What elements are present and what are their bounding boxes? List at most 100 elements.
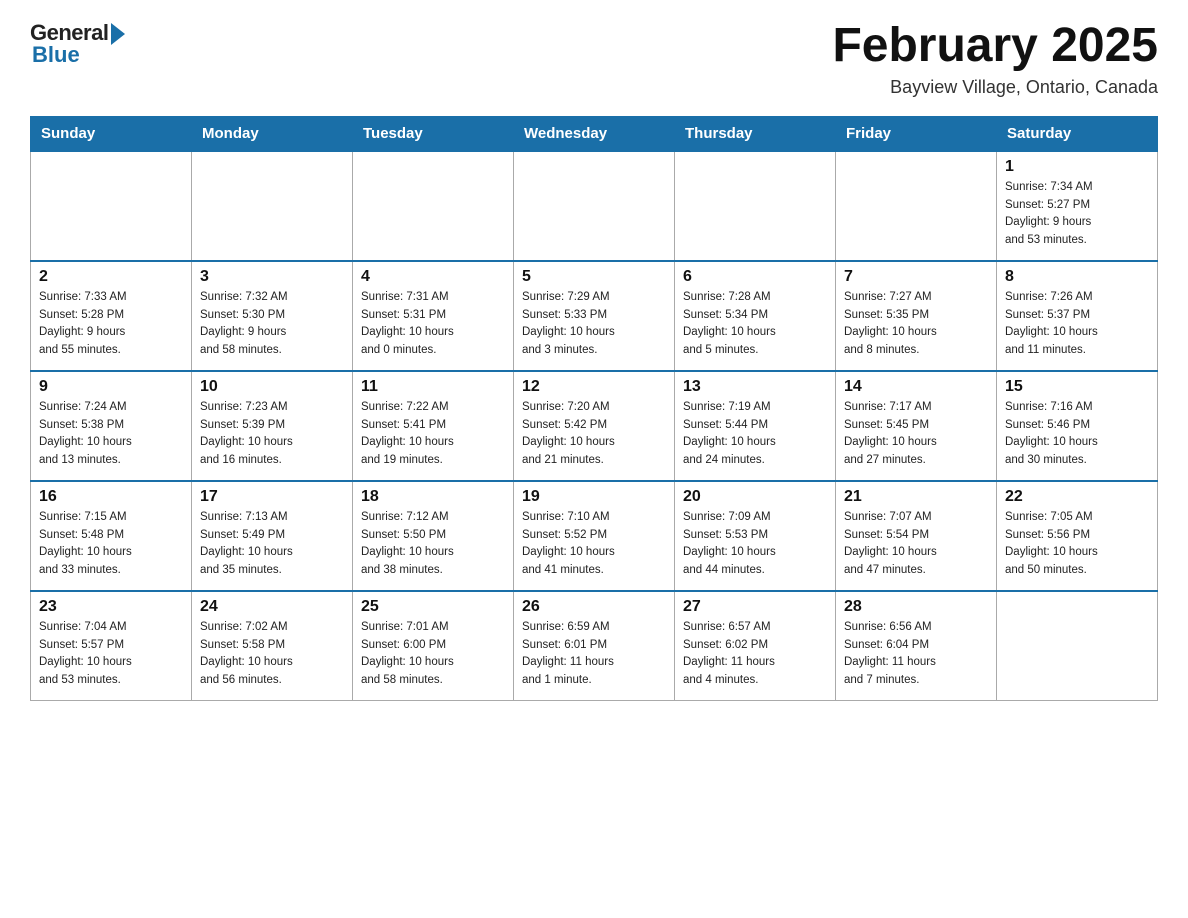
day-info: Sunrise: 7:13 AMSunset: 5:49 PMDaylight:…	[200, 509, 344, 580]
day-info: Sunrise: 7:01 AMSunset: 6:00 PMDaylight:…	[361, 619, 505, 690]
calendar-cell: 24 Sunrise: 7:02 AMSunset: 5:58 PMDayligh…	[192, 591, 353, 701]
day-number: 27	[683, 598, 827, 616]
calendar-cell: 4 Sunrise: 7:31 AMSunset: 5:31 PMDaylight…	[353, 261, 514, 371]
day-info: Sunrise: 6:59 AMSunset: 6:01 PMDaylight:…	[522, 619, 666, 690]
day-number: 22	[1005, 488, 1149, 506]
calendar-cell: 9 Sunrise: 7:24 AMSunset: 5:38 PMDaylight…	[31, 371, 192, 481]
calendar-cell: 18 Sunrise: 7:12 AMSunset: 5:50 PMDayligh…	[353, 481, 514, 591]
calendar-cell: 19 Sunrise: 7:10 AMSunset: 5:52 PMDayligh…	[514, 481, 675, 591]
calendar-cell	[353, 151, 514, 261]
calendar-cell: 22 Sunrise: 7:05 AMSunset: 5:56 PMDayligh…	[997, 481, 1158, 591]
day-info: Sunrise: 7:26 AMSunset: 5:37 PMDaylight:…	[1005, 289, 1149, 360]
day-number: 24	[200, 598, 344, 616]
day-number: 21	[844, 488, 988, 506]
day-info: Sunrise: 7:10 AMSunset: 5:52 PMDaylight:…	[522, 509, 666, 580]
day-number: 18	[361, 488, 505, 506]
day-number: 13	[683, 378, 827, 396]
month-title: February 2025	[832, 20, 1158, 73]
calendar-cell: 25 Sunrise: 7:01 AMSunset: 6:00 PMDayligh…	[353, 591, 514, 701]
calendar-cell: 20Sunrise: 7:09 AMSunset: 5:53 PMDayligh…	[675, 481, 836, 591]
week-row-4: 16 Sunrise: 7:15 AMSunset: 5:48 PMDayligh…	[31, 481, 1158, 591]
calendar-table: SundayMondayTuesdayWednesdayThursdayFrid…	[30, 116, 1158, 702]
day-info: Sunrise: 7:29 AMSunset: 5:33 PMDaylight:…	[522, 289, 666, 360]
day-number: 26	[522, 598, 666, 616]
day-info: Sunrise: 7:32 AMSunset: 5:30 PMDaylight:…	[200, 289, 344, 360]
day-info: Sunrise: 7:24 AMSunset: 5:38 PMDaylight:…	[39, 399, 183, 470]
day-number: 9	[39, 378, 183, 396]
calendar-cell	[31, 151, 192, 261]
day-info: Sunrise: 7:22 AMSunset: 5:41 PMDaylight:…	[361, 399, 505, 470]
day-number: 17	[200, 488, 344, 506]
day-number: 2	[39, 268, 183, 286]
day-number: 1	[1005, 158, 1149, 176]
day-number: 10	[200, 378, 344, 396]
day-info: Sunrise: 6:57 AMSunset: 6:02 PMDaylight:…	[683, 619, 827, 690]
title-block: February 2025 Bayview Village, Ontario, …	[832, 20, 1158, 98]
weekday-header-thursday: Thursday	[675, 116, 836, 151]
day-info: Sunrise: 7:28 AMSunset: 5:34 PMDaylight:…	[683, 289, 827, 360]
weekday-header-tuesday: Tuesday	[353, 116, 514, 151]
day-info: Sunrise: 7:31 AMSunset: 5:31 PMDaylight:…	[361, 289, 505, 360]
day-info: Sunrise: 7:34 AMSunset: 5:27 PMDaylight:…	[1005, 179, 1149, 250]
day-number: 19	[522, 488, 666, 506]
week-row-1: 1 Sunrise: 7:34 AMSunset: 5:27 PMDaylight…	[31, 151, 1158, 261]
day-info: Sunrise: 7:04 AMSunset: 5:57 PMDaylight:…	[39, 619, 183, 690]
calendar-cell: 12Sunrise: 7:20 AMSunset: 5:42 PMDayligh…	[514, 371, 675, 481]
calendar-cell: 10 Sunrise: 7:23 AMSunset: 5:39 PMDayligh…	[192, 371, 353, 481]
calendar-cell	[192, 151, 353, 261]
calendar-cell	[997, 591, 1158, 701]
day-info: Sunrise: 7:27 AMSunset: 5:35 PMDaylight:…	[844, 289, 988, 360]
day-number: 5	[522, 268, 666, 286]
day-info: Sunrise: 7:05 AMSunset: 5:56 PMDaylight:…	[1005, 509, 1149, 580]
calendar-cell: 11 Sunrise: 7:22 AMSunset: 5:41 PMDayligh…	[353, 371, 514, 481]
day-number: 3	[200, 268, 344, 286]
week-row-5: 23 Sunrise: 7:04 AMSunset: 5:57 PMDayligh…	[31, 591, 1158, 701]
day-info: Sunrise: 7:23 AMSunset: 5:39 PMDaylight:…	[200, 399, 344, 470]
weekday-header-sunday: Sunday	[31, 116, 192, 151]
weekday-header-friday: Friday	[836, 116, 997, 151]
week-row-3: 9 Sunrise: 7:24 AMSunset: 5:38 PMDaylight…	[31, 371, 1158, 481]
day-info: Sunrise: 7:16 AMSunset: 5:46 PMDaylight:…	[1005, 399, 1149, 470]
calendar-cell: 13 Sunrise: 7:19 AMSunset: 5:44 PMDayligh…	[675, 371, 836, 481]
calendar-cell: 6Sunrise: 7:28 AMSunset: 5:34 PMDaylight…	[675, 261, 836, 371]
calendar-cell: 5 Sunrise: 7:29 AMSunset: 5:33 PMDaylight…	[514, 261, 675, 371]
calendar-cell: 27 Sunrise: 6:57 AMSunset: 6:02 PMDayligh…	[675, 591, 836, 701]
day-info: Sunrise: 7:19 AMSunset: 5:44 PMDaylight:…	[683, 399, 827, 470]
logo-blue-text: Blue	[30, 42, 80, 68]
day-number: 11	[361, 378, 505, 396]
day-info: Sunrise: 7:15 AMSunset: 5:48 PMDaylight:…	[39, 509, 183, 580]
calendar-cell: 26 Sunrise: 6:59 AMSunset: 6:01 PMDayligh…	[514, 591, 675, 701]
weekday-header-monday: Monday	[192, 116, 353, 151]
day-number: 25	[361, 598, 505, 616]
calendar-cell: 7 Sunrise: 7:27 AMSunset: 5:35 PMDaylight…	[836, 261, 997, 371]
day-number: 23	[39, 598, 183, 616]
weekday-header-row: SundayMondayTuesdayWednesdayThursdayFrid…	[31, 116, 1158, 151]
weekday-header-saturday: Saturday	[997, 116, 1158, 151]
logo-arrow-icon	[111, 23, 125, 45]
day-number: 7	[844, 268, 988, 286]
calendar-cell: 14Sunrise: 7:17 AMSunset: 5:45 PMDayligh…	[836, 371, 997, 481]
day-number: 16	[39, 488, 183, 506]
day-number: 4	[361, 268, 505, 286]
calendar-cell: 16 Sunrise: 7:15 AMSunset: 5:48 PMDayligh…	[31, 481, 192, 591]
day-info: Sunrise: 7:33 AMSunset: 5:28 PMDaylight:…	[39, 289, 183, 360]
calendar-cell: 1 Sunrise: 7:34 AMSunset: 5:27 PMDaylight…	[997, 151, 1158, 261]
logo: General Blue	[30, 20, 125, 68]
calendar-cell: 17 Sunrise: 7:13 AMSunset: 5:49 PMDayligh…	[192, 481, 353, 591]
day-info: Sunrise: 7:12 AMSunset: 5:50 PMDaylight:…	[361, 509, 505, 580]
calendar-cell: 2 Sunrise: 7:33 AMSunset: 5:28 PMDaylight…	[31, 261, 192, 371]
week-row-2: 2 Sunrise: 7:33 AMSunset: 5:28 PMDaylight…	[31, 261, 1158, 371]
day-info: Sunrise: 7:20 AMSunset: 5:42 PMDaylight:…	[522, 399, 666, 470]
calendar-cell: 23 Sunrise: 7:04 AMSunset: 5:57 PMDayligh…	[31, 591, 192, 701]
calendar-cell: 3 Sunrise: 7:32 AMSunset: 5:30 PMDaylight…	[192, 261, 353, 371]
day-number: 15	[1005, 378, 1149, 396]
day-number: 8	[1005, 268, 1149, 286]
calendar-cell: 8 Sunrise: 7:26 AMSunset: 5:37 PMDaylight…	[997, 261, 1158, 371]
day-info: Sunrise: 7:09 AMSunset: 5:53 PMDaylight:…	[683, 509, 827, 580]
day-info: Sunrise: 7:17 AMSunset: 5:45 PMDaylight:…	[844, 399, 988, 470]
page-header: General Blue February 2025 Bayview Villa…	[30, 20, 1158, 98]
calendar-cell: 28Sunrise: 6:56 AMSunset: 6:04 PMDayligh…	[836, 591, 997, 701]
calendar-cell: 21Sunrise: 7:07 AMSunset: 5:54 PMDayligh…	[836, 481, 997, 591]
location-text: Bayview Village, Ontario, Canada	[832, 77, 1158, 98]
day-info: Sunrise: 7:02 AMSunset: 5:58 PMDaylight:…	[200, 619, 344, 690]
